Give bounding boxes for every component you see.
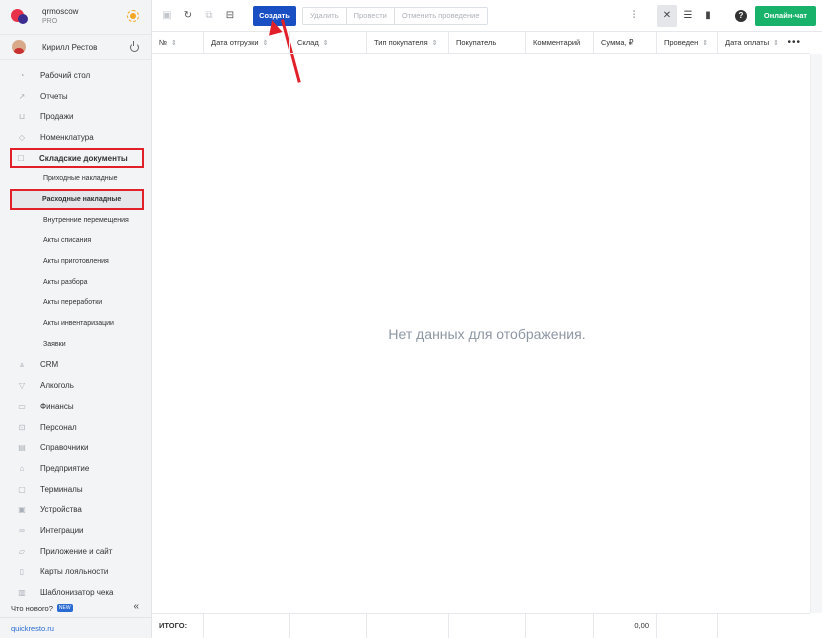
tools-icon[interactable]: ✕ [660,9,674,23]
online-chat-button[interactable]: Онлайн-чат [755,6,816,26]
printer-icon: ▣ [18,505,26,515]
sidebar-sub-processing[interactable]: Акты переработки [0,293,151,314]
column-comment[interactable]: Комментарий [526,32,594,54]
terminal-icon: ▢ [18,484,26,494]
card-icon: ▯ [19,567,25,577]
sidebar-sub-inventory[interactable]: Акты инвентаризации [0,313,151,334]
unpost-button[interactable]: Отменить проведение [395,8,487,24]
sort-icon: ⇕ [171,40,177,47]
column-warehouse[interactable]: Склад ⇕ [290,32,367,54]
power-icon[interactable] [130,41,139,52]
sidebar-sub-outgoing[interactable]: Расходные накладные [10,189,144,210]
sidebar-item-sales[interactable]: ⊔ Продажи [0,106,151,127]
more-icon[interactable]: ••• [787,32,801,54]
column-ship-date[interactable]: Дата отгрузки ⇕ [204,32,290,54]
column-buyer-type[interactable]: Тип покупателя ⇕ [367,32,449,54]
sun-icon[interactable] [127,10,139,22]
new-badge: NEW [56,604,73,612]
column-buyer[interactable]: Покупатель [449,32,526,54]
help-icon[interactable]: ? [735,10,747,22]
sidebar-item-devices[interactable]: ▣ Устройства [0,499,151,520]
save-icon[interactable]: ▣ [160,9,174,23]
delete-button[interactable]: Удалить [303,8,347,24]
sidebar-sub-disassembly[interactable]: Акты разбора [0,272,151,293]
empty-state: Нет данных для отображения. [388,325,586,342]
sidebar-sub-requests[interactable]: Заявки [0,334,151,355]
sidebar-item-loyalty[interactable]: ▯ Карты лояльности [0,562,151,583]
whats-new[interactable]: Что нового? NEW « [0,600,151,616]
toolbar: ▣ ↻ ⧉ ⊟ Создать Удалить Провести Отменит… [152,0,822,32]
collapse-icon[interactable]: « [133,601,139,612]
sidebar-item-enterprise[interactable]: ⌂ Предприятие [0,458,151,479]
sidebar-sub-preparation[interactable]: Акты приготовления [0,251,151,272]
sidebar-item-finance[interactable]: ▭ Финансы [0,396,151,417]
people-icon: ⊡ [18,422,26,432]
sidebar-item-integrations[interactable]: ∞ Интеграции [0,520,151,541]
sidebar-item-alcohol[interactable]: ▽ Алкоголь [0,375,151,396]
receipt-icon: ▥ [18,588,26,598]
chart-icon: ↗ [18,91,26,101]
sidebar: qrmoscow PRO Кирилл Рестов ◔ Рабочий стол… [0,0,152,638]
sidebar-item-nomenclature[interactable]: ◇ Номенклатура [0,127,151,148]
total-label: ИТОГО: [152,614,204,638]
sort-icon: ⇕ [262,40,269,47]
post-button[interactable]: Провести [347,8,395,24]
avatar[interactable] [12,40,26,54]
glass-icon: ▽ [18,381,26,391]
sidebar-nav: ◔ Рабочий стол ↗ Отчеты ⊔ Продажи ◇ Номенкла… [0,60,151,603]
sidebar-item-dashboard[interactable]: ◔ Рабочий стол [0,65,151,86]
sort-icon: ⇕ [773,40,780,47]
refresh-icon[interactable]: ↻ [181,9,195,23]
store-icon: ⌂ [19,463,25,473]
sidebar-item-directories[interactable]: ▤ Справочники [0,437,151,458]
table-header: № ⇕ Дата отгрузки ⇕ Склад ⇕ Тип покупателя ⇕… [152,32,810,54]
column-payment-date[interactable]: Дата оплаты ⇕ ••• [718,32,810,54]
sidebar-item-terminals[interactable]: ▢ Терминалы [0,479,151,500]
sidebar-item-staff[interactable]: ⊡ Персонал [0,417,151,438]
box-icon: ☐ [17,153,25,163]
sidebar-sub-incoming[interactable]: Приходные накладные [0,168,151,189]
link-icon: ∞ [19,525,25,535]
sliders-icon[interactable]: ⫶ [627,9,641,23]
trash-icon[interactable]: ▮ [701,9,715,23]
sidebar-sub-writeoffs[interactable]: Акты списания [0,231,151,252]
app-icon: ▱ [18,546,26,556]
sidebar-item-reports[interactable]: ↗ Отчеты [0,86,151,107]
column-number[interactable]: № ⇕ [152,32,204,54]
sidebar-item-app-site[interactable]: ▱ Приложение и сайт [0,541,151,562]
list-icon[interactable]: ☰ [681,9,695,23]
table-footer: ИТОГО: 0,00 [152,613,810,638]
total-sum: 0,00 [594,614,657,638]
sort-icon: ⇕ [322,40,329,47]
sidebar-item-warehouse-docs[interactable]: ☐ Складские документы [10,147,144,169]
brand-header[interactable]: qrmoscow PRO [0,0,151,34]
crm-icon: ⩓ [19,359,25,369]
scrollbar[interactable] [810,54,822,613]
user-bar: Кирилл Рестов [0,34,151,60]
sidebar-item-crm[interactable]: ⩓ CRM [0,355,151,376]
sort-icon: ⇕ [431,40,438,47]
copy-icon[interactable]: ⧉ [202,9,216,23]
brand-plan: PRO [42,18,58,25]
book-icon: ▤ [18,443,26,453]
wallet-icon: ▭ [18,401,26,411]
user-name[interactable]: Кирилл Рестов [42,43,97,52]
brand-name: qrmoscow [42,7,79,16]
column-sum[interactable]: Сумма, ₽ [594,32,657,54]
column-posted[interactable]: Проведен ⇕ [657,32,718,54]
footer-link[interactable]: quickresto.ru [0,617,151,638]
brand-logo [11,8,29,26]
gauge-icon: ◔ [19,70,25,80]
sort-icon: ⇕ [702,40,709,47]
inbox-icon[interactable]: ⊟ [223,9,237,23]
action-button-group: Удалить Провести Отменить проведение [302,7,488,25]
basket-icon: ⊔ [18,112,26,122]
tag-icon: ◇ [18,132,26,142]
sidebar-sub-transfers[interactable]: Внутренние перемещения [0,210,151,231]
